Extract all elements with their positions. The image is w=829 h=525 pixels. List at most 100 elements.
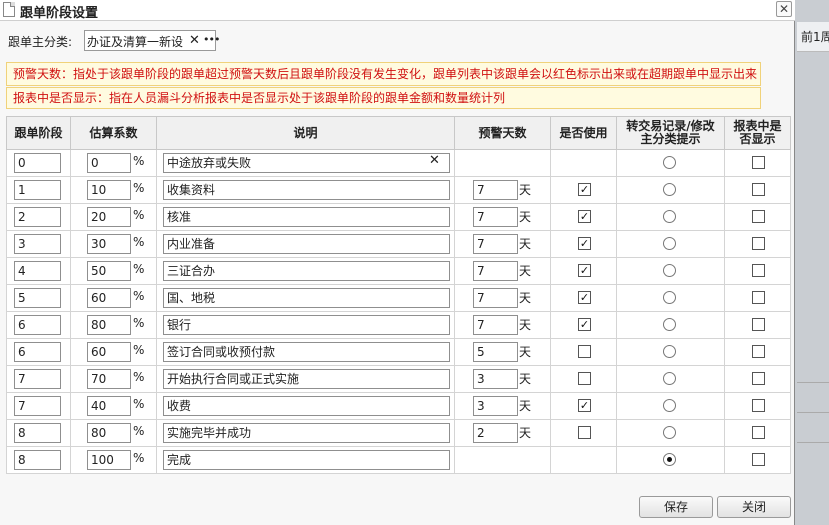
warning-days-input[interactable]: 2 bbox=[473, 423, 518, 443]
report-checkbox[interactable] bbox=[752, 210, 765, 223]
description-input[interactable]: 开始执行合同或正式实施 bbox=[163, 369, 450, 389]
coefficient-cell: 30% bbox=[70, 230, 157, 258]
description-input[interactable]: 国、地税 bbox=[163, 288, 450, 308]
report-checkbox[interactable] bbox=[752, 183, 765, 196]
description-cell: 实施完毕并成功 bbox=[156, 419, 455, 447]
percent-unit: % bbox=[133, 343, 145, 357]
header-coefficient: 估算系数 bbox=[70, 116, 157, 150]
warning-days-input[interactable]: 7 bbox=[473, 180, 518, 200]
description-input[interactable]: 完成 bbox=[163, 450, 450, 470]
warning-days-input[interactable]: 7 bbox=[473, 207, 518, 227]
hint-radio[interactable] bbox=[663, 156, 676, 169]
stage-input[interactable]: 6 bbox=[14, 342, 61, 362]
clear-icon[interactable]: ✕ bbox=[429, 153, 440, 168]
coefficient-input[interactable]: 100 bbox=[87, 450, 131, 470]
hint-radio[interactable] bbox=[663, 345, 676, 358]
stage-input[interactable]: 7 bbox=[14, 369, 61, 389]
coefficient-input[interactable]: 50 bbox=[87, 261, 131, 281]
coefficient-input[interactable]: 20 bbox=[87, 207, 131, 227]
description-input[interactable]: 收费 bbox=[163, 396, 450, 416]
description-input[interactable]: 实施完毕并成功 bbox=[163, 423, 450, 443]
stage-input[interactable]: 3 bbox=[14, 234, 61, 254]
report-checkbox[interactable] bbox=[752, 345, 765, 358]
in-use-cell: ✓ bbox=[550, 311, 617, 339]
in-use-checkbox[interactable]: ✓ bbox=[578, 318, 591, 331]
in-use-checkbox[interactable] bbox=[578, 345, 591, 358]
coefficient-input[interactable]: 40 bbox=[87, 396, 131, 416]
warning-days-input[interactable]: 7 bbox=[473, 315, 518, 335]
save-button[interactable]: 保存 bbox=[639, 496, 713, 518]
in-use-checkbox[interactable] bbox=[578, 372, 591, 385]
coefficient-input[interactable]: 0 bbox=[87, 153, 131, 173]
coefficient-input[interactable]: 10 bbox=[87, 180, 131, 200]
warning-days-input[interactable]: 3 bbox=[473, 396, 518, 416]
report-checkbox[interactable] bbox=[752, 237, 765, 250]
coefficient-input[interactable]: 80 bbox=[87, 315, 131, 335]
report-checkbox[interactable] bbox=[752, 291, 765, 304]
description-input[interactable]: 收集资料 bbox=[163, 180, 450, 200]
description-input[interactable]: 中途放弃或失败 bbox=[163, 153, 450, 173]
background-tab[interactable]: 前1周 bbox=[797, 22, 829, 52]
warning-days-input[interactable]: 7 bbox=[473, 234, 518, 254]
report-checkbox[interactable] bbox=[752, 453, 765, 466]
clear-icon[interactable]: ✕ bbox=[189, 31, 200, 50]
in-use-checkbox[interactable]: ✓ bbox=[578, 291, 591, 304]
description-cell: 银行 bbox=[156, 311, 455, 339]
report-checkbox[interactable] bbox=[752, 156, 765, 169]
check-icon: ✓ bbox=[579, 210, 590, 223]
description-input[interactable]: 三证合办 bbox=[163, 261, 450, 281]
report-checkbox[interactable] bbox=[752, 372, 765, 385]
close-button[interactable]: 关闭 bbox=[717, 496, 791, 518]
hint-radio[interactable] bbox=[663, 426, 676, 439]
day-unit: 天 bbox=[519, 210, 532, 224]
coefficient-cell: 0% bbox=[70, 149, 157, 177]
stage-input[interactable]: 0 bbox=[14, 153, 61, 173]
more-icon[interactable]: ••• bbox=[203, 31, 220, 48]
hint-radio[interactable] bbox=[663, 372, 676, 385]
stage-input[interactable]: 7 bbox=[14, 396, 61, 416]
stage-input[interactable]: 4 bbox=[14, 261, 61, 281]
hint-radio[interactable] bbox=[663, 264, 676, 277]
stage-input[interactable]: 1 bbox=[14, 180, 61, 200]
warning-days-cell: 7天 bbox=[454, 176, 551, 204]
stage-input[interactable]: 8 bbox=[14, 450, 61, 470]
check-icon: ✓ bbox=[579, 264, 590, 277]
hint-radio[interactable] bbox=[663, 291, 676, 304]
coefficient-input[interactable]: 60 bbox=[87, 288, 131, 308]
hint-radio[interactable] bbox=[663, 318, 676, 331]
coefficient-input[interactable]: 30 bbox=[87, 234, 131, 254]
category-selector[interactable]: 办证及清算一新设 ✕ ••• bbox=[84, 30, 220, 51]
warning-days-input[interactable]: 5 bbox=[473, 342, 518, 362]
close-icon[interactable]: ✕ bbox=[776, 1, 792, 17]
stage-input[interactable]: 6 bbox=[14, 315, 61, 335]
coefficient-input[interactable]: 80 bbox=[87, 423, 131, 443]
description-input[interactable]: 签订合同或收预付款 bbox=[163, 342, 450, 362]
stage-input[interactable]: 8 bbox=[14, 423, 61, 443]
in-use-checkbox[interactable]: ✓ bbox=[578, 183, 591, 196]
report-checkbox[interactable] bbox=[752, 399, 765, 412]
coefficient-input[interactable]: 60 bbox=[87, 342, 131, 362]
warning-days-input[interactable]: 7 bbox=[473, 261, 518, 281]
hint-radio[interactable] bbox=[663, 210, 676, 223]
in-use-checkbox[interactable]: ✓ bbox=[578, 237, 591, 250]
hint-radio[interactable] bbox=[663, 399, 676, 412]
stage-input[interactable]: 5 bbox=[14, 288, 61, 308]
in-use-checkbox[interactable]: ✓ bbox=[578, 399, 591, 412]
in-use-checkbox[interactable]: ✓ bbox=[578, 264, 591, 277]
report-checkbox[interactable] bbox=[752, 426, 765, 439]
report-checkbox[interactable] bbox=[752, 264, 765, 277]
in-use-checkbox[interactable] bbox=[578, 426, 591, 439]
description-input[interactable]: 核准 bbox=[163, 207, 450, 227]
description-input[interactable]: 内业准备 bbox=[163, 234, 450, 254]
hint-radio[interactable] bbox=[663, 183, 676, 196]
hint-radio[interactable] bbox=[663, 237, 676, 250]
percent-unit: % bbox=[133, 154, 145, 168]
in-use-checkbox[interactable]: ✓ bbox=[578, 210, 591, 223]
warning-days-input[interactable]: 7 bbox=[473, 288, 518, 308]
stage-input[interactable]: 2 bbox=[14, 207, 61, 227]
report-checkbox[interactable] bbox=[752, 318, 765, 331]
description-input[interactable]: 银行 bbox=[163, 315, 450, 335]
warning-days-input[interactable]: 3 bbox=[473, 369, 518, 389]
hint-radio[interactable] bbox=[663, 453, 676, 466]
coefficient-input[interactable]: 70 bbox=[87, 369, 131, 389]
